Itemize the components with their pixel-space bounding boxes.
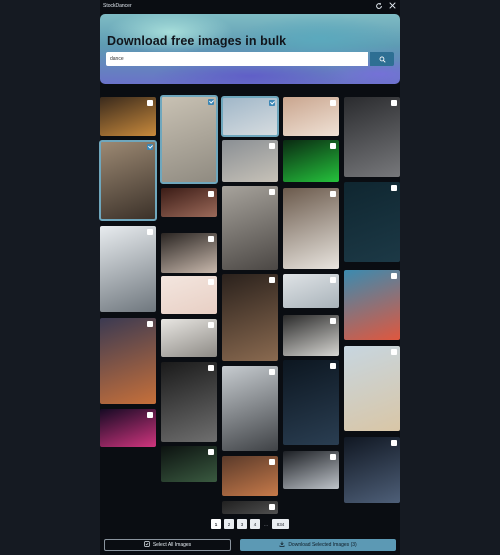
hero-banner: Download free images in bulk: [100, 14, 400, 84]
select-checkbox[interactable]: [330, 143, 336, 149]
select-checkbox[interactable]: [208, 99, 214, 105]
image-tile-street-dancers[interactable]: [222, 140, 278, 182]
image-tile-ballet-feet[interactable]: [344, 97, 400, 177]
image-tile-bridge-beams-dancer[interactable]: [283, 451, 339, 489]
select-checkbox[interactable]: [269, 504, 275, 510]
image-tile-concert-lights[interactable]: [344, 437, 400, 503]
image-tile-carousel-lights[interactable]: [344, 270, 400, 340]
search-icon: [379, 50, 386, 68]
select-checkbox[interactable]: [330, 100, 336, 106]
select-checkbox[interactable]: [208, 191, 214, 197]
image-tile-street-jump[interactable]: [283, 315, 339, 356]
select-checkbox[interactable]: [391, 185, 397, 191]
image-tile-beach-dancer[interactable]: [99, 140, 157, 221]
image-tile-bridge-dancer[interactable]: [221, 96, 279, 137]
download-icon: [279, 541, 285, 549]
image-tile-warm-room-dancer[interactable]: [222, 456, 278, 496]
image-tile-pastel-dancer[interactable]: [161, 276, 217, 314]
image-tile-arch-window-dancer[interactable]: [222, 366, 278, 451]
image-tile-bride-street[interactable]: [222, 186, 278, 270]
select-checkbox[interactable]: [269, 189, 275, 195]
select-all-button[interactable]: Select All Images: [104, 539, 231, 551]
image-tile-fire-dancer[interactable]: [100, 97, 156, 136]
hero-title: Download free images in bulk: [107, 34, 287, 48]
select-checkbox[interactable]: [391, 349, 397, 355]
select-checkbox[interactable]: [330, 277, 336, 283]
image-tile-couple-red-wall[interactable]: [161, 188, 217, 217]
pagination: 1 2 3 4 ... 834: [100, 519, 400, 533]
select-checkbox[interactable]: [147, 229, 153, 235]
image-tile-hands-reaching[interactable]: [161, 362, 217, 442]
image-tile-couple-dark[interactable]: [161, 233, 217, 273]
x-logo-icon[interactable]: [389, 2, 396, 13]
download-selected-button[interactable]: Download Selected Images (3): [240, 539, 396, 551]
image-tile-ballerina-courtyard[interactable]: [160, 95, 218, 184]
download-selected-label: Download Selected Images (3): [288, 542, 357, 548]
image-tile-sunset-silhouette[interactable]: [100, 318, 156, 404]
select-checkbox[interactable]: [147, 412, 153, 418]
image-tile-balloon-dancer[interactable]: [283, 360, 339, 445]
select-checkbox[interactable]: [330, 454, 336, 460]
select-checkbox[interactable]: [391, 100, 397, 106]
page-ellipsis: ...: [264, 521, 268, 527]
select-checkbox[interactable]: [208, 322, 214, 328]
select-all-icon: [144, 541, 150, 549]
image-tile-green-light-stage[interactable]: [283, 140, 339, 182]
select-checkbox[interactable]: [147, 100, 153, 106]
select-checkbox[interactable]: [208, 236, 214, 242]
page-button-last[interactable]: 834: [272, 519, 289, 529]
image-tile-dark-room-dancer[interactable]: [161, 446, 217, 482]
select-checkbox[interactable]: [269, 459, 275, 465]
image-tile-dancer-white-field[interactable]: [283, 274, 339, 308]
app-panel: StockDancer Download free images in bulk…: [99, 0, 400, 555]
search-button[interactable]: [370, 52, 394, 66]
image-tile-studio-dancer[interactable]: [161, 319, 217, 357]
image-tile-dancer-cloudy-sky[interactable]: [100, 226, 156, 312]
select-checkbox[interactable]: [330, 191, 336, 197]
image-tile-ballet-hall[interactable]: [222, 274, 278, 361]
image-tile-skirt-on-hanger[interactable]: [344, 182, 400, 262]
select-checkbox[interactable]: [330, 318, 336, 324]
select-checkbox[interactable]: [269, 277, 275, 283]
image-tile-couple-embrace[interactable]: [283, 97, 339, 136]
top-bar: StockDancer: [100, 0, 400, 14]
refresh-icon[interactable]: [375, 2, 383, 13]
search-bar: [106, 52, 394, 66]
select-checkbox[interactable]: [208, 449, 214, 455]
select-checkbox[interactable]: [147, 321, 153, 327]
image-tile-woman-wheat-field[interactable]: [344, 346, 400, 431]
image-tile-neon-party[interactable]: [100, 409, 156, 447]
image-tile-dancer-rooftop[interactable]: [283, 188, 339, 269]
select-checkbox[interactable]: [208, 279, 214, 285]
select-all-label: Select All Images: [152, 542, 192, 548]
select-checkbox[interactable]: [269, 369, 275, 375]
page-button-4[interactable]: 4: [250, 519, 260, 529]
select-checkbox[interactable]: [391, 440, 397, 446]
select-checkbox[interactable]: [147, 144, 153, 150]
select-checkbox[interactable]: [391, 273, 397, 279]
select-checkbox[interactable]: [269, 100, 275, 106]
page-button-1[interactable]: 1: [211, 519, 221, 529]
image-tile-dark-hall-dancer[interactable]: [222, 501, 278, 514]
select-checkbox[interactable]: [330, 363, 336, 369]
brand-name[interactable]: StockDancer: [103, 3, 132, 9]
search-input[interactable]: [106, 52, 368, 66]
select-checkbox[interactable]: [208, 365, 214, 371]
page-button-3[interactable]: 3: [237, 519, 247, 529]
select-checkbox[interactable]: [269, 143, 275, 149]
page-button-2[interactable]: 2: [224, 519, 234, 529]
image-grid: [99, 95, 400, 514]
top-icons: [375, 2, 396, 13]
